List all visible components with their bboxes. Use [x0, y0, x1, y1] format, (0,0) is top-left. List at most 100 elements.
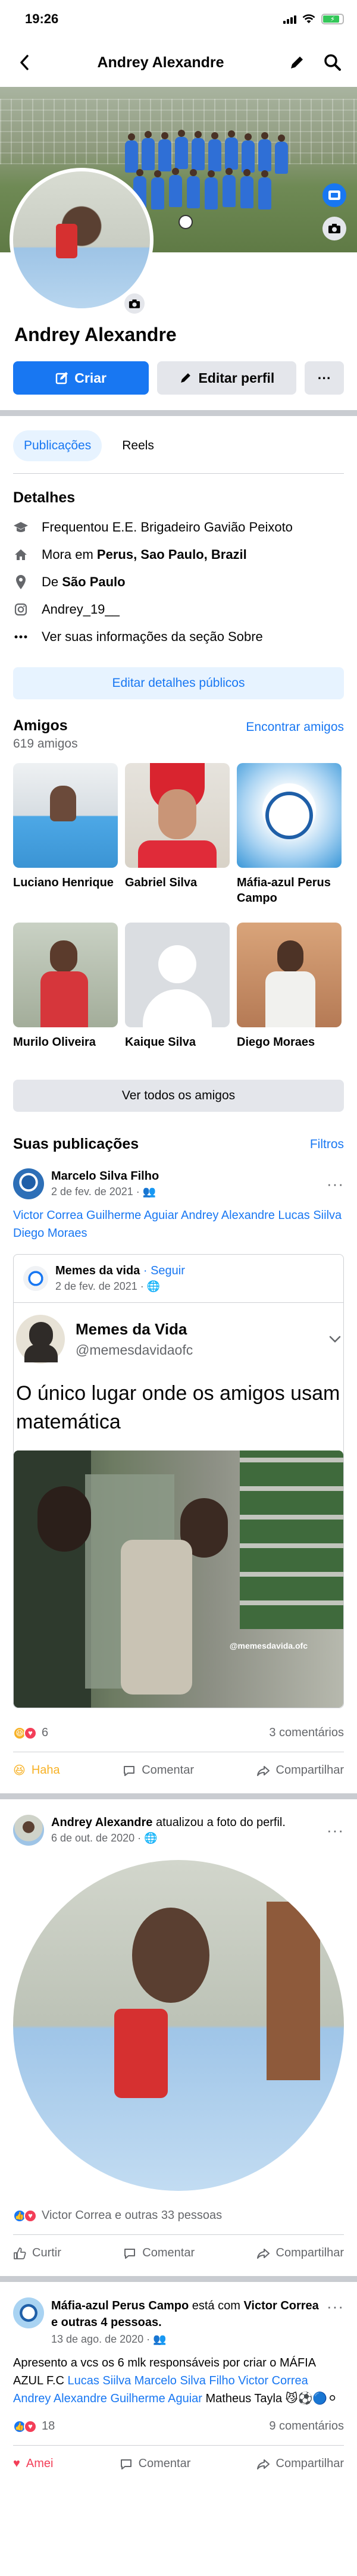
- follow-link[interactable]: · Seguir: [143, 1264, 185, 1277]
- search-button[interactable]: [322, 52, 343, 73]
- more-options-button[interactable]: ···: [305, 361, 344, 395]
- haha-icon: 😆: [13, 1764, 26, 1777]
- filters-button[interactable]: Filtros: [310, 1137, 344, 1152]
- post-author[interactable]: Andrey Alexandre: [51, 1816, 152, 1829]
- detail-see-about[interactable]: Ver suas informações da seção Sobre: [13, 623, 344, 651]
- status-icons: ⚡: [283, 14, 344, 24]
- friends-audience-icon: 👥: [142, 1186, 156, 1198]
- profile-photo-update[interactable]: [13, 1860, 344, 2191]
- post-author[interactable]: Marcelo Silva Filho: [51, 1170, 159, 1183]
- share-label: Compartilhar: [275, 2246, 344, 2259]
- love-icon: ♥: [24, 1726, 37, 1740]
- shared-post[interactable]: Memes da vida · Seguir 2 de fev. de 2021…: [13, 1254, 344, 1708]
- share-label: Compartilhar: [275, 2457, 344, 2470]
- friend-card[interactable]: Diego Moraes: [237, 923, 342, 1074]
- post-action-bar: Curtir Comentar Compartilhar: [13, 2234, 344, 2271]
- detail-lives-in: Mora em Perus, Sao Paulo, Brazil: [13, 541, 344, 568]
- post-date[interactable]: 6 de out. de 2020 ·: [51, 1832, 141, 1844]
- detail-see-about-text: Ver suas informações da seção Sobre: [42, 629, 263, 644]
- post-date[interactable]: 13 de ago. de 2020 ·: [51, 2333, 150, 2345]
- post-options-button[interactable]: ···: [327, 1821, 344, 1840]
- comments-count[interactable]: 9 comentários: [269, 2419, 344, 2433]
- react-button[interactable]: 😆 Haha: [13, 1763, 60, 1778]
- source-name[interactable]: Memes da Vida: [76, 1320, 318, 1339]
- like-button[interactable]: Curtir: [13, 2246, 61, 2260]
- friend-name: Máfia-azul Perus Campo: [237, 876, 331, 905]
- reactions-summary[interactable]: 😆 ♥ 6 3 comentários: [13, 1708, 344, 1740]
- reaction-icons: 👍 ♥: [13, 2419, 37, 2433]
- friends-grid: Luciano Henrique Gabriel Silva Máfia-azu…: [0, 751, 357, 1074]
- detail-lives-prefix: Mora em: [42, 547, 97, 562]
- profile-picture[interactable]: [10, 168, 154, 312]
- share-button[interactable]: Compartilhar: [256, 1764, 344, 1777]
- post-text: Apresento a vcs os 6 mlk responsáveis po…: [13, 2346, 344, 2408]
- author-avatar[interactable]: [13, 1815, 44, 1846]
- friend-card[interactable]: Gabriel Silva: [125, 763, 230, 914]
- status-time: 19:26: [25, 11, 59, 26]
- detail-instagram[interactable]: Andrey_19__: [13, 596, 344, 623]
- back-button[interactable]: [14, 52, 35, 73]
- detail-education: Frequentou E.E. Brigadeiro Gavião Peixot…: [13, 514, 344, 541]
- reaction-icons: 😆 ♥: [13, 1726, 37, 1740]
- edit-profile-button[interactable]: Editar perfil: [157, 361, 297, 395]
- comments-count[interactable]: 3 comentários: [269, 1726, 344, 1740]
- create-label: Criar: [74, 370, 107, 386]
- camera-icon: [328, 224, 340, 233]
- comment-button[interactable]: Comentar: [123, 2246, 195, 2260]
- cover-camera-button[interactable]: [322, 217, 346, 240]
- create-button[interactable]: Criar: [13, 361, 149, 395]
- post-author[interactable]: Máfia-azul Perus Campo: [51, 2299, 189, 2312]
- detail-from: De São Paulo: [13, 568, 344, 596]
- author-avatar[interactable]: [13, 1168, 44, 1199]
- friend-card[interactable]: Máfia-azul Perus Campo: [237, 763, 342, 914]
- tagged-others[interactable]: e outras 4 pessoas.: [51, 2316, 162, 2329]
- tagged-person[interactable]: Victor Correa: [243, 2299, 318, 2312]
- react-button[interactable]: ♥ Amei: [13, 2457, 53, 2471]
- reaction-count: 6: [42, 1726, 49, 1739]
- edit-public-details-button[interactable]: Editar detalhes públicos: [13, 667, 344, 699]
- edit-button[interactable]: [287, 52, 307, 73]
- reactions-summary[interactable]: 👍 ♥ Victor Correa e outras 33 pessoas: [13, 2191, 344, 2222]
- detail-from-place[interactable]: São Paulo: [62, 574, 125, 589]
- share-button[interactable]: Compartilhar: [256, 2246, 344, 2260]
- meme-watermark: @memesdavida.ofc: [229, 1641, 308, 1650]
- friend-card[interactable]: Murilo Oliveira: [13, 923, 118, 1074]
- friends-title: Amigos: [13, 717, 68, 734]
- reactions-summary[interactable]: 👍 ♥ 18 9 comentários: [13, 2408, 344, 2433]
- friend-card[interactable]: Kaique Silva: [125, 923, 230, 1074]
- share-button[interactable]: Compartilhar: [256, 2457, 344, 2471]
- nav-title: Andrey Alexandre: [97, 54, 224, 71]
- meme-image[interactable]: @memesdavida.ofc: [14, 1450, 343, 1708]
- author-avatar[interactable]: [13, 2297, 44, 2328]
- see-all-friends-button[interactable]: Ver todos os amigos: [13, 1080, 344, 1112]
- like-label: Curtir: [32, 2246, 61, 2259]
- avatar-camera-button[interactable]: [123, 292, 146, 315]
- shared-author[interactable]: Memes da vida: [55, 1264, 140, 1277]
- comment-button[interactable]: Comentar: [123, 1764, 194, 1777]
- friend-photo: [125, 763, 230, 868]
- post-date[interactable]: 2 de fev. de 2021 ·: [51, 1186, 140, 1198]
- cover-badge-button[interactable]: [322, 183, 346, 207]
- search-icon: [324, 54, 341, 71]
- tab-publications[interactable]: Publicações: [13, 430, 102, 461]
- shared-author-avatar[interactable]: [23, 1266, 48, 1291]
- graduation-cap-icon: [13, 521, 29, 534]
- source-avatar[interactable]: [16, 1315, 65, 1364]
- default-avatar: [125, 923, 230, 1027]
- comment-button[interactable]: Comentar: [120, 2457, 190, 2471]
- chevron-down-icon[interactable]: [329, 1335, 341, 1343]
- signal-icon: [283, 14, 296, 24]
- friend-name: Luciano Henrique: [13, 876, 114, 889]
- more-dots-icon: ···: [317, 370, 331, 386]
- detail-education-text: Frequentou E.E. Brigadeiro Gavião Peixot…: [42, 520, 293, 534]
- post-divider: [0, 1793, 357, 1799]
- post-options-button[interactable]: ···: [327, 1175, 344, 1193]
- tab-reels[interactable]: Reels: [111, 430, 165, 461]
- edit-profile-label: Editar perfil: [198, 370, 275, 386]
- post-options-button[interactable]: ···: [327, 2297, 344, 2316]
- post-tags[interactable]: Victor Correa Guilherme Aguiar Andrey Al…: [13, 1199, 344, 1242]
- friend-card[interactable]: Luciano Henrique: [13, 763, 118, 914]
- detail-lives-place[interactable]: Perus, Sao Paulo, Brazil: [97, 547, 247, 562]
- find-friends-link[interactable]: Encontrar amigos: [246, 720, 344, 734]
- friend-photo: [237, 923, 342, 1027]
